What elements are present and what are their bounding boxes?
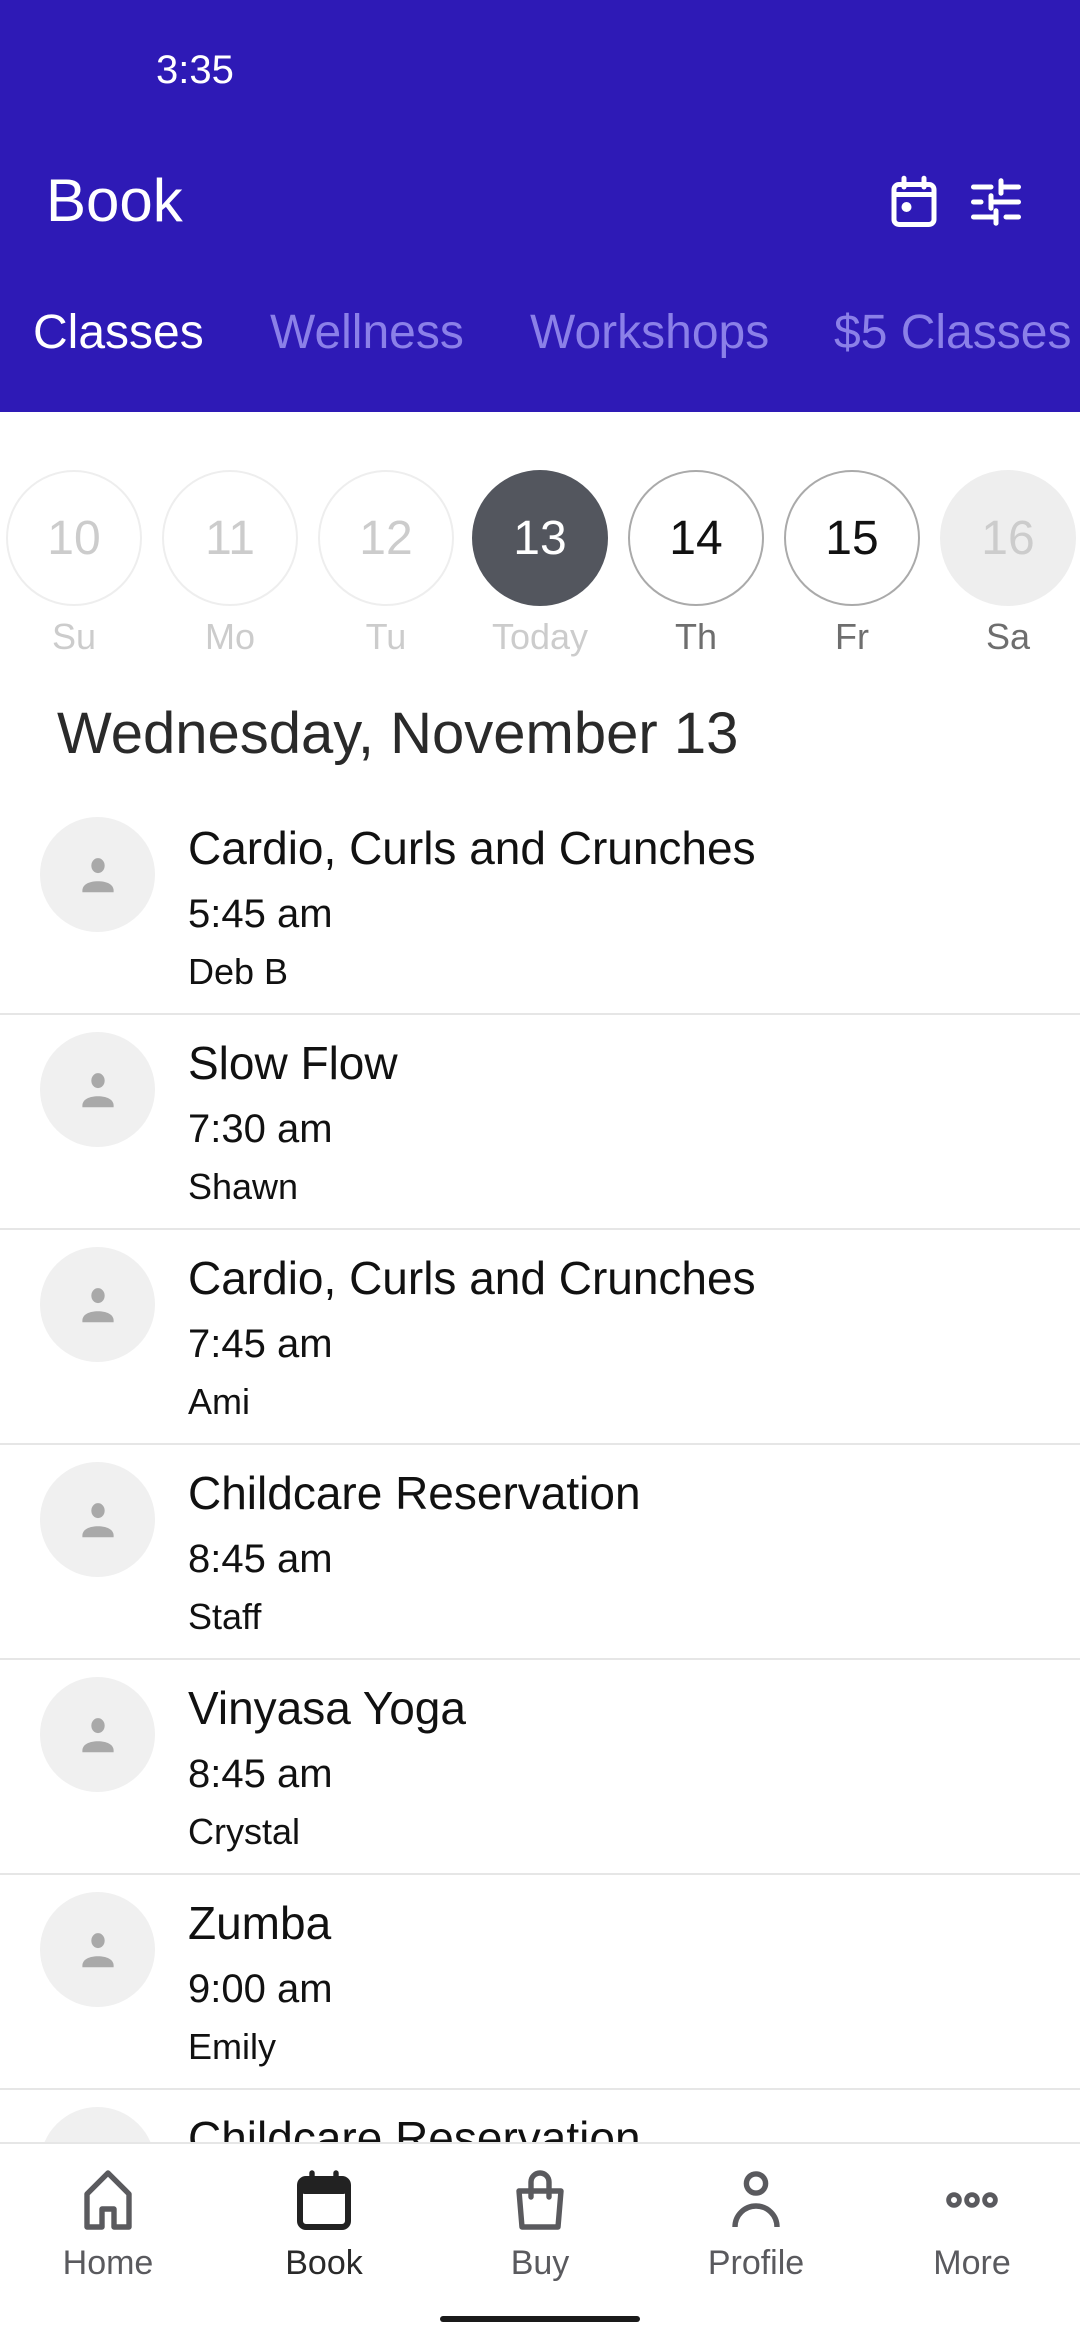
day-label: Th (674, 616, 717, 657)
category-tabs: Classes Wellness Workshops $5 Classes (0, 305, 1080, 385)
nav-label: Profile (707, 2244, 805, 2282)
calendar-icon[interactable] (884, 172, 944, 232)
home-icon (84, 2170, 132, 2230)
page-title: Book (46, 167, 183, 234)
person-placeholder-icon (81, 1287, 114, 1322)
day-number: 12 (318, 470, 454, 606)
class-time: 8:45 am (188, 1752, 333, 1796)
class-name: Childcare Reservation (188, 1467, 641, 1519)
class-name: Vinyasa Yoga (188, 1682, 466, 1734)
nav-buy[interactable]: Buy (432, 2164, 648, 2283)
day-13-today[interactable]: 13 Today (472, 470, 608, 658)
nav-book[interactable]: Book (216, 2164, 432, 2283)
person-placeholder-icon (81, 857, 114, 892)
class-time: 7:45 am (188, 1322, 333, 1366)
class-instructor: Staff (188, 1596, 262, 1637)
avatar (40, 1032, 155, 1147)
class-name: Zumba (188, 1897, 332, 1949)
class-instructor: Emily (188, 2026, 276, 2067)
tab-workshops[interactable]: Workshops (530, 305, 769, 360)
tab-5-dollar-classes[interactable]: $5 Classes (834, 305, 1071, 360)
day-label: Today (491, 616, 589, 657)
nav-label: More (933, 2244, 1011, 2282)
nav-profile[interactable]: Profile (648, 2164, 864, 2283)
class-time: 7:30 am (188, 1107, 333, 1151)
shopping-bag-icon (516, 2170, 564, 2230)
day-label: Sa (985, 616, 1031, 657)
class-list-item[interactable]: Childcare Reservation 8:45 am Staff (0, 1445, 1080, 1660)
class-list-item[interactable]: Vinyasa Yoga 8:45 am Crystal (0, 1660, 1080, 1875)
nav-label: Home (62, 2244, 154, 2282)
day-number: 11 (162, 470, 298, 606)
day-14[interactable]: 14 Th (628, 470, 764, 658)
class-list-item[interactable]: Childcare Reservation (0, 2090, 1080, 2142)
day-11[interactable]: 11 Mo (162, 470, 298, 658)
calendar-icon (297, 2170, 351, 2230)
person-placeholder-icon (81, 1502, 114, 1537)
person-placeholder-icon (81, 1072, 114, 1107)
more-dots-icon (946, 2192, 998, 2208)
avatar (40, 817, 155, 932)
avatar (40, 1247, 155, 1362)
person-placeholder-icon (81, 1717, 114, 1752)
nav-home[interactable]: Home (0, 2164, 216, 2283)
class-instructor: Shawn (188, 1166, 299, 1207)
day-12[interactable]: 12 Tu (318, 470, 454, 658)
class-list-item[interactable]: Cardio, Curls and Crunches 7:45 am Ami (0, 1230, 1080, 1445)
nav-label: Book (285, 2244, 363, 2282)
class-time: 8:45 am (188, 1537, 333, 1581)
date-heading: Wednesday, November 13 (57, 701, 739, 766)
day-picker: 10 Su 11 Mo 12 Tu 13 Today 14 Th 15 Fr 1… (0, 470, 1080, 670)
class-list-item[interactable]: Zumba 9:00 am Emily (0, 1875, 1080, 2090)
day-number: 15 (784, 470, 920, 606)
day-number: 13 (472, 470, 608, 606)
class-name: Cardio, Curls and Crunches (188, 1252, 756, 1304)
nav-label: Buy (510, 2244, 570, 2282)
status-time: 3:35 (156, 48, 234, 92)
class-name: Childcare Reservation (188, 2112, 641, 2142)
nav-more[interactable]: More (864, 2164, 1080, 2283)
day-16[interactable]: 16 Sa (940, 470, 1076, 658)
class-list-item[interactable]: Cardio, Curls and Crunches 5:45 am Deb B (0, 800, 1080, 1015)
class-time: 5:45 am (188, 892, 333, 936)
class-name: Cardio, Curls and Crunches (188, 822, 756, 874)
bottom-navigation: Home Book Buy Profile More (0, 2142, 1080, 2340)
class-name: Slow Flow (188, 1037, 398, 1089)
avatar (40, 1677, 155, 1792)
avatar (40, 1892, 155, 2007)
tab-classes[interactable]: Classes (33, 305, 204, 360)
class-list[interactable]: Cardio, Curls and Crunches 5:45 am Deb B Sl… (0, 800, 1080, 2142)
day-number: 16 (940, 470, 1076, 606)
day-label: Fr (835, 616, 869, 657)
class-instructor: Crystal (188, 1811, 301, 1852)
tab-wellness[interactable]: Wellness (270, 305, 464, 360)
day-label: Tu (365, 616, 407, 657)
person-placeholder-icon (81, 1932, 114, 1967)
class-list-item[interactable]: Slow Flow 7:30 am Shawn (0, 1015, 1080, 1230)
day-label: Su (51, 616, 97, 657)
day-number: 14 (628, 470, 764, 606)
class-instructor: Deb B (188, 951, 289, 992)
class-instructor: Ami (188, 1381, 250, 1422)
avatar (40, 2107, 155, 2142)
day-number: 10 (6, 470, 142, 606)
app-bar: 3:35 Book Classes Wellness Workshops $5 … (0, 0, 1080, 412)
home-indicator[interactable] (440, 2316, 640, 2322)
class-time: 9:00 am (188, 1967, 333, 2011)
avatar (40, 1462, 155, 1577)
day-15[interactable]: 15 Fr (784, 470, 920, 658)
day-10[interactable]: 10 Su (6, 470, 142, 658)
filter-sliders-icon[interactable] (966, 172, 1026, 232)
person-icon (732, 2171, 780, 2228)
day-label: Mo (204, 616, 255, 657)
